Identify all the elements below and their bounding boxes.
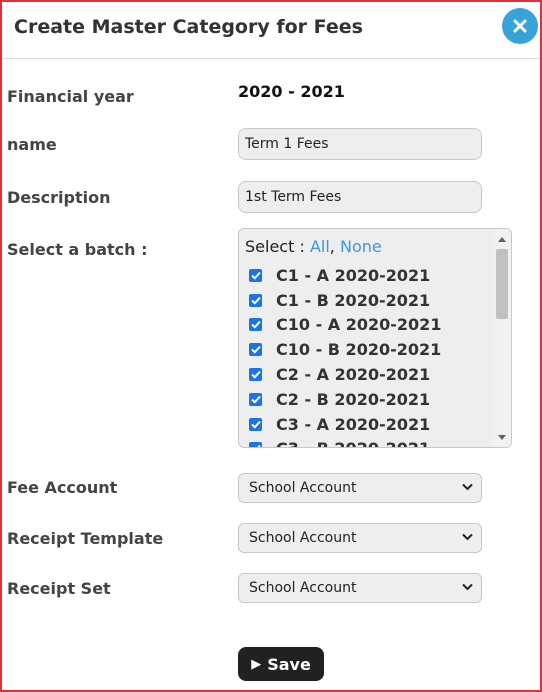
batch-item[interactable]: C3 - A 2020-2021 [249, 412, 494, 437]
checkmark-icon [250, 420, 261, 429]
batch-item[interactable]: C3 - B 2020-2021 [249, 437, 494, 447]
batch-item-label: C3 - B 2020-2021 [276, 439, 430, 447]
select-none-link[interactable]: None [340, 237, 382, 256]
description-label: Description [7, 188, 111, 207]
checkbox[interactable] [249, 417, 262, 431]
batch-item-label: C1 - A 2020-2021 [276, 265, 431, 285]
receipt-template-label: Receipt Template [7, 529, 164, 548]
close-icon [513, 19, 527, 33]
receipt-set-label: Receipt Set [7, 579, 111, 598]
close-button[interactable] [502, 8, 538, 44]
description-input[interactable]: 1st Term Fees [238, 181, 482, 213]
receipt-set-select[interactable]: School Account [238, 573, 482, 603]
checkbox[interactable] [249, 392, 262, 406]
batch-item[interactable]: C1 - B 2020-2021 [249, 288, 494, 313]
checkbox[interactable] [249, 343, 262, 357]
receipt-set-value: School Account [249, 580, 357, 596]
save-button[interactable]: ▶ Save [238, 647, 324, 681]
scroll-down-icon[interactable] [493, 429, 511, 445]
checkbox[interactable] [249, 368, 262, 382]
checkmark-icon [257, 445, 261, 447]
batch-item[interactable]: C10 - A 2020-2021 [249, 313, 494, 338]
select-separator: , [329, 237, 335, 256]
batch-item-label: C2 - A 2020-2021 [276, 365, 431, 385]
checkmark-icon [250, 321, 261, 330]
batch-scrollbar[interactable] [493, 229, 511, 447]
scroll-up-icon[interactable] [493, 231, 511, 247]
chevron-down-icon [462, 483, 473, 491]
batch-item-label: C2 - B 2020-2021 [276, 389, 431, 409]
checkbox[interactable] [249, 268, 262, 282]
batch-item-label: C10 - B 2020-2021 [276, 340, 442, 360]
batch-item[interactable]: C10 - B 2020-2021 [249, 337, 494, 362]
financial-year-label: Financial year [7, 87, 134, 106]
checkmark-icon [250, 346, 261, 354]
play-icon: ▶ [251, 656, 262, 672]
scroll-thumb[interactable] [496, 249, 508, 319]
checkbox[interactable] [249, 442, 262, 447]
chevron-down-icon [462, 583, 473, 591]
create-master-category-dialog: Create Master Category for Fees Financia… [0, 0, 542, 692]
select-all-link[interactable]: All [310, 237, 330, 256]
financial-year-value: 2020 - 2021 [238, 82, 345, 101]
batch-items: C1 - A 2020-2021 C1 - B 2020-2021 C10 - A … [249, 263, 494, 447]
batch-label: Select a batch : [7, 240, 148, 259]
checkmark-icon [250, 395, 261, 404]
save-label: Save [267, 654, 311, 674]
name-input[interactable]: Term 1 Fees [238, 128, 482, 160]
batch-item[interactable]: C1 - A 2020-2021 [249, 263, 494, 288]
fee-account-select[interactable]: School Account [238, 473, 482, 503]
batch-item[interactable]: C2 - A 2020-2021 [249, 362, 494, 387]
checkbox[interactable] [249, 293, 262, 307]
batch-item-label: C10 - A 2020-2021 [276, 315, 442, 335]
fee-account-label: Fee Account [7, 478, 118, 497]
batch-list[interactable]: Select : All, None C1 - A 2020-2021 C1 - … [238, 228, 512, 448]
receipt-template-value: School Account [249, 530, 357, 546]
dialog-title: Create Master Category for Fees [14, 16, 363, 38]
batch-item-label: C3 - A 2020-2021 [276, 414, 431, 434]
batch-item[interactable]: C2 - B 2020-2021 [249, 387, 494, 412]
dialog-header: Create Master Category for Fees [2, 2, 540, 59]
receipt-template-select[interactable]: School Account [238, 523, 482, 553]
fee-account-value: School Account [249, 480, 357, 496]
chevron-down-icon [462, 533, 473, 541]
checkbox[interactable] [249, 318, 262, 332]
checkmark-icon [250, 296, 261, 305]
select-all-none: Select : All, None [245, 237, 382, 256]
checkmark-icon [250, 271, 261, 280]
checkmark-icon [250, 370, 261, 379]
name-label: name [7, 135, 57, 154]
select-prefix: Select : [245, 237, 305, 256]
batch-item-label: C1 - B 2020-2021 [276, 290, 431, 310]
